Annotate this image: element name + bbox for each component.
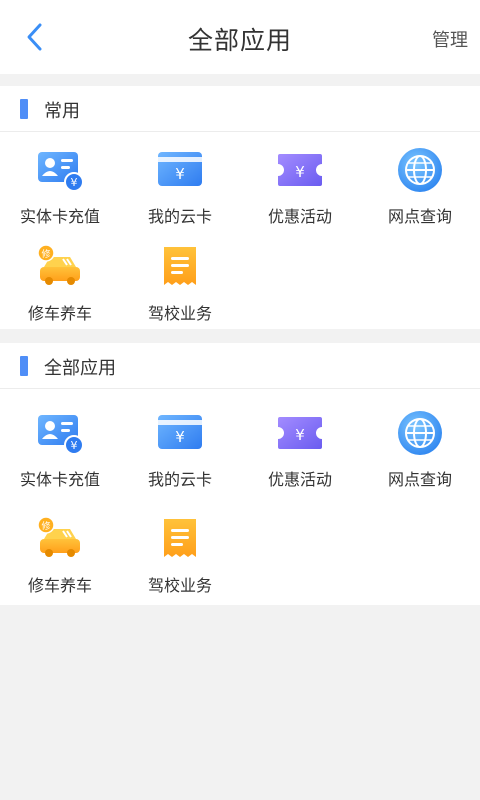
svg-text:¥: ¥ bbox=[71, 176, 78, 189]
id-card-recharge-icon: ¥ bbox=[36, 146, 84, 194]
coupon-icon: ¥ bbox=[276, 409, 324, 457]
section-accent-bar bbox=[20, 99, 28, 119]
app-label: 网点查询 bbox=[387, 207, 452, 226]
app-label: 网点查询 bbox=[387, 470, 452, 489]
app-tile[interactable]: 网点查询 bbox=[360, 146, 480, 243]
app-label: 修车养车 bbox=[27, 576, 92, 595]
globe-icon bbox=[396, 146, 444, 194]
app-label: 修车养车 bbox=[27, 304, 92, 323]
app-label: 优惠活动 bbox=[267, 207, 332, 226]
app-tile[interactable]: ¥ 优惠活动 bbox=[240, 146, 360, 243]
car-repair-icon: 修 bbox=[36, 243, 84, 291]
svg-text:¥: ¥ bbox=[71, 439, 78, 452]
receipt-icon bbox=[156, 515, 204, 563]
id-card-recharge-icon: ¥ bbox=[36, 409, 84, 457]
coupon-icon: ¥ bbox=[276, 146, 324, 194]
page-title: 全部应用 bbox=[187, 26, 292, 55]
app-label: 我的云卡 bbox=[147, 470, 212, 489]
bank-card-icon: ¥ bbox=[156, 409, 204, 457]
app-tile[interactable]: ¥ 实体卡充值 bbox=[0, 409, 120, 515]
app-label: 我的云卡 bbox=[147, 207, 212, 226]
section-common: 常用 ¥ 实体卡充值 ¥ 我的云卡 ¥ 优惠活动 网点查询修修车养车 驾校业务 bbox=[0, 86, 480, 329]
app-label: 驾校业务 bbox=[147, 304, 212, 323]
car-repair-icon: 修 bbox=[36, 515, 84, 563]
svg-text:修: 修 bbox=[41, 248, 50, 260]
app-tile[interactable]: ¥ 我的云卡 bbox=[120, 146, 240, 243]
svg-text:¥: ¥ bbox=[295, 163, 305, 181]
section-all-apps: 全部应用 ¥ 实体卡充值 ¥ 我的云卡 ¥ 优惠活动 网点查询修修车养车 驾校业务 bbox=[0, 343, 480, 605]
section-header: 常用 bbox=[0, 86, 480, 132]
top-nav-bar: 全部应用 管理 bbox=[0, 0, 480, 74]
app-label: 实体卡充值 bbox=[19, 470, 100, 489]
bank-card-icon: ¥ bbox=[156, 146, 204, 194]
receipt-icon bbox=[156, 243, 204, 291]
app-label: 实体卡充值 bbox=[19, 207, 100, 226]
svg-text:修: 修 bbox=[41, 520, 50, 532]
svg-text:¥: ¥ bbox=[295, 426, 305, 444]
manage-button[interactable]: 管理 bbox=[432, 26, 468, 52]
section-header: 全部应用 bbox=[0, 343, 480, 389]
app-grid: ¥ 实体卡充值 ¥ 我的云卡 ¥ 优惠活动 网点查询修修车养车 驾校业务 bbox=[0, 132, 480, 340]
app-tile[interactable]: ¥ 优惠活动 bbox=[240, 409, 360, 515]
app-label: 驾校业务 bbox=[147, 576, 212, 595]
svg-text:¥: ¥ bbox=[175, 165, 185, 183]
app-tile[interactable]: ¥ 我的云卡 bbox=[120, 409, 240, 515]
app-tile[interactable]: ¥ 实体卡充值 bbox=[0, 146, 120, 243]
app-tile[interactable]: 驾校业务 bbox=[120, 515, 240, 621]
app-tile[interactable]: 网点查询 bbox=[360, 409, 480, 515]
app-tile[interactable]: 修修车养车 bbox=[0, 243, 120, 340]
section-title: 全部应用 bbox=[44, 358, 116, 379]
app-tile[interactable]: 修修车养车 bbox=[0, 515, 120, 621]
app-tile[interactable]: 驾校业务 bbox=[120, 243, 240, 340]
svg-text:¥: ¥ bbox=[175, 428, 185, 446]
section-accent-bar bbox=[20, 356, 28, 376]
app-grid: ¥ 实体卡充值 ¥ 我的云卡 ¥ 优惠活动 网点查询修修车养车 驾校业务 bbox=[0, 389, 480, 621]
globe-icon bbox=[396, 409, 444, 457]
app-label: 优惠活动 bbox=[267, 470, 332, 489]
section-title: 常用 bbox=[44, 101, 80, 122]
